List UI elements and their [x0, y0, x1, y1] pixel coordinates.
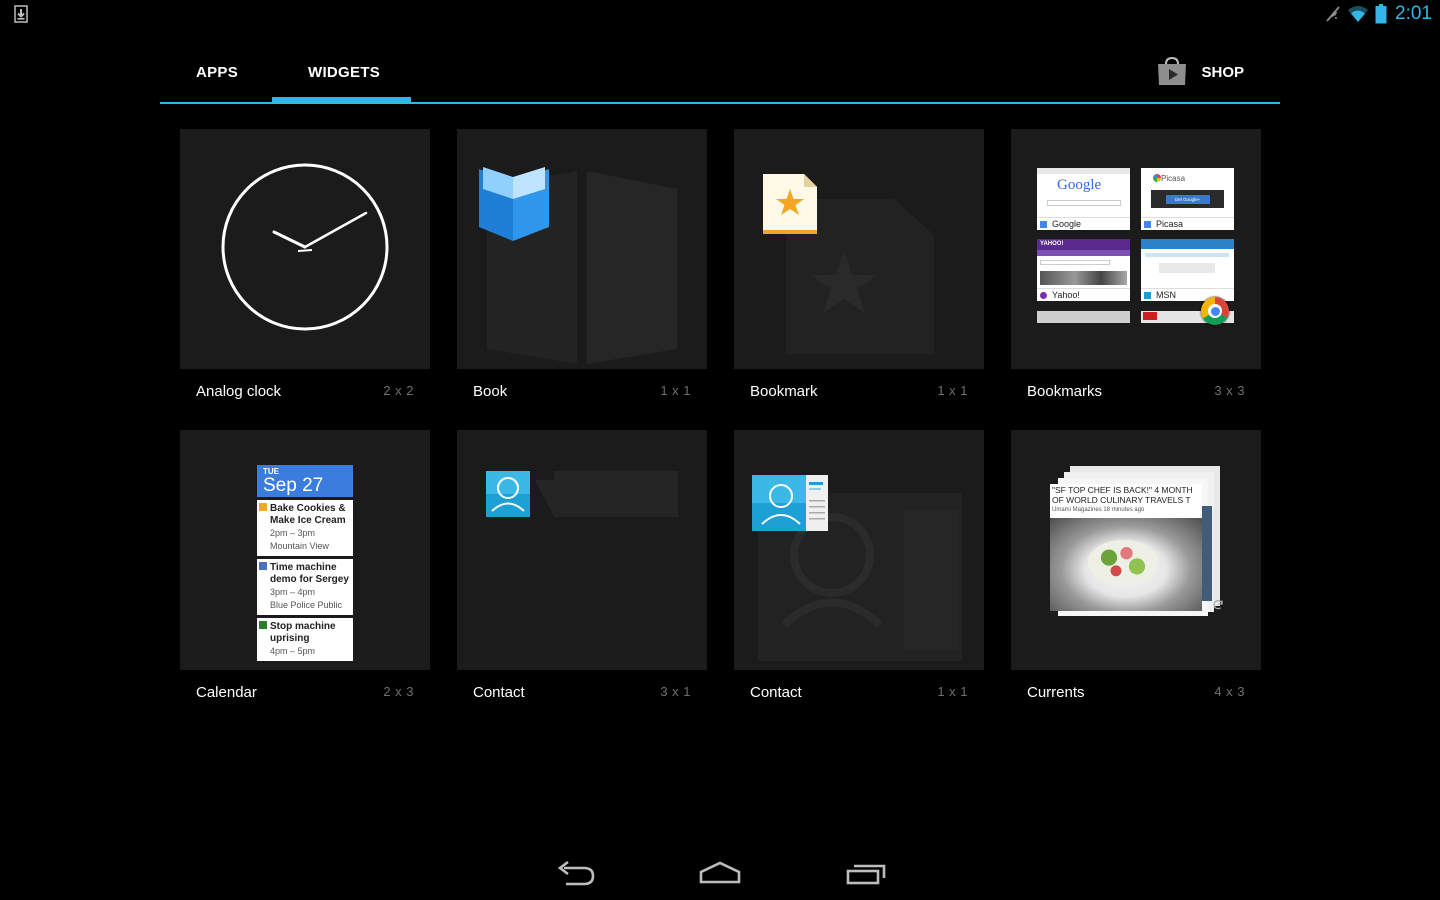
widget-name: Bookmark [750, 383, 818, 400]
widget-name: Book [473, 383, 508, 400]
recent-apps-icon [846, 864, 886, 885]
calendar-date: Sep 27 [263, 475, 324, 496]
event-place: Mountain View [270, 541, 329, 551]
battery-icon [1375, 4, 1387, 24]
widget-size: 3 x 1 [660, 684, 691, 699]
widget-size: 1 x 1 [937, 383, 968, 398]
mute-icon [1326, 6, 1340, 22]
yahoo-logo: YAHOO! [1037, 239, 1130, 250]
widget-name: Contact [473, 684, 525, 701]
calendar-event: Bake Cookies & Make Ice Cream 2pm – 3pm … [257, 500, 353, 556]
bookmark-label: Google [1052, 219, 1082, 229]
bookmark-label: Picasa [1156, 219, 1184, 229]
shop-bag-icon [1158, 56, 1187, 85]
article-image [1050, 518, 1202, 611]
currents-icon: "SF TOP CHEF IS BACK!" 4 MONTH OF WORLD … [1050, 466, 1223, 616]
bookmark-icon [763, 174, 934, 354]
widget-size: 1 x 1 [937, 684, 968, 699]
event-title: Bake Cookies & Make Ice Cream [270, 503, 346, 526]
chrome-icon [1201, 297, 1229, 325]
shop-label: SHOP [1201, 63, 1244, 81]
widget-preview: "SF TOP CHEF IS BACK!" 4 MONTH OF WORLD … [1011, 430, 1261, 670]
event-time: 2pm – 3pm [270, 528, 316, 538]
event-time: 4pm – 5pm [270, 646, 316, 656]
notification-area[interactable] [14, 5, 28, 28]
widget-currents[interactable]: "SF TOP CHEF IS BACK!" 4 MONTH OF WORLD … [1011, 430, 1261, 720]
widget-size: 3 x 3 [1214, 383, 1245, 398]
widget-preview [457, 129, 707, 369]
bookmark-thumb-msn: MSN [1141, 239, 1234, 301]
widget-preview: Google Google Picasa Get Google+ Picasa … [1011, 129, 1261, 369]
widget-preview [734, 129, 984, 369]
widget-name: Bookmarks [1027, 383, 1103, 400]
picasa-logo: Picasa [1161, 174, 1186, 183]
widget-contact-small[interactable]: Contact 1 x 1 [734, 430, 984, 720]
event-time: 3pm – 4pm [270, 587, 316, 597]
google-logo: Google [1057, 177, 1102, 193]
calendar-icon: TUE Sep 27 Bake Cookies & Make Ice Cream… [257, 465, 353, 661]
bookmark-label: Yahoo! [1052, 290, 1080, 300]
book-icon [479, 167, 677, 364]
refresh-icon [1213, 600, 1223, 610]
bookmark-thumb-google: Google Google [1037, 168, 1130, 230]
event-title: Time machine demo for Sergey [270, 562, 349, 585]
status-bar: 2:01 [0, 0, 1440, 30]
widget-bookmark[interactable]: Bookmark 1 x 1 [734, 129, 984, 419]
widget-size: 4 x 3 [1214, 684, 1245, 699]
recent-apps-button[interactable] [845, 860, 887, 893]
status-clock: 2:01 [1395, 3, 1432, 24]
article-meta: Umami Magazines 18 minutes ago [1052, 507, 1145, 513]
system-icons: 2:01 [1325, 3, 1432, 25]
widget-name: Calendar [196, 684, 257, 701]
widget-calendar[interactable]: TUE Sep 27 Bake Cookies & Make Ice Cream… [180, 430, 430, 720]
tab-bar: APPS WIDGETS SHOP [160, 50, 1280, 106]
contact-icon [486, 471, 678, 517]
widget-preview [180, 129, 430, 369]
event-color [259, 621, 267, 629]
download-icon [14, 5, 28, 23]
shop-button[interactable]: SHOP [1157, 56, 1244, 86]
widget-size: 2 x 2 [383, 383, 414, 398]
calendar-event: Time machine demo for Sergey 3pm – 4pm B… [257, 559, 353, 615]
calendar-header: TUE Sep 27 [257, 465, 353, 497]
widget-analog-clock[interactable]: Analog clock 2 x 2 [180, 129, 430, 419]
calendar-event: Stop machine uprising 4pm – 5pm [257, 618, 353, 661]
event-title: Stop machine uprising [270, 621, 336, 644]
home-button[interactable] [698, 860, 742, 893]
widget-contact-wide[interactable]: Contact 3 x 1 [457, 430, 707, 720]
widget-size: 2 x 3 [383, 684, 414, 699]
contact-card-icon [752, 475, 962, 661]
widget-preview [457, 430, 707, 670]
back-icon [557, 860, 595, 886]
currents-article-card: "SF TOP CHEF IS BACK!" 4 MONTH OF WORLD … [1050, 484, 1202, 611]
widget-preview: TUE Sep 27 Bake Cookies & Make Ice Cream… [180, 430, 430, 670]
widget-bookmarks[interactable]: Google Google Picasa Get Google+ Picasa … [1011, 129, 1261, 419]
bookmark-thumb-yahoo: YAHOO! Yahoo! [1037, 239, 1130, 301]
analog-clock-icon [221, 163, 389, 331]
tab-apps[interactable]: APPS [196, 64, 238, 81]
widget-name: Contact [750, 684, 802, 701]
article-headline: "SF TOP CHEF IS BACK!" 4 MONTH OF WORLD … [1052, 485, 1193, 505]
wifi-icon [1348, 6, 1369, 22]
widget-name: Analog clock [196, 383, 282, 400]
tab-widgets[interactable]: WIDGETS [308, 64, 380, 81]
navigation-bar [0, 850, 1440, 900]
bookmark-thumb-picasa: Picasa Get Google+ Picasa [1141, 168, 1234, 230]
event-color [259, 503, 267, 511]
tab-underline [160, 102, 1280, 104]
widget-preview [734, 430, 984, 670]
widget-size: 1 x 1 [660, 383, 691, 398]
back-button[interactable] [556, 860, 596, 893]
home-icon [699, 861, 741, 884]
picasa-button: Get Google+ [1165, 195, 1210, 204]
bookmark-label: MSN [1156, 290, 1176, 300]
widget-book[interactable]: Book 1 x 1 [457, 129, 707, 419]
event-color [259, 562, 267, 570]
event-place: Blue Police Public [270, 600, 343, 610]
widget-name: Currents [1027, 684, 1085, 701]
bookmarks-grid-icon: Google Google Picasa Get Google+ Picasa … [1037, 168, 1235, 328]
